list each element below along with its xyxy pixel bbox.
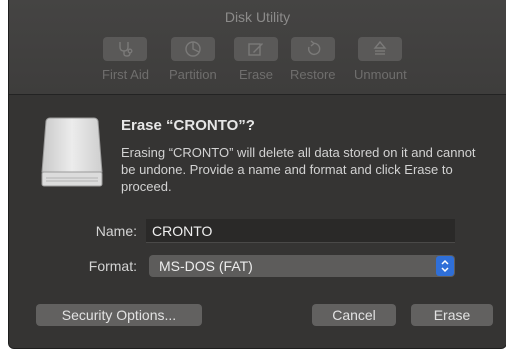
format-select-value: MS-DOS (FAT) xyxy=(159,258,253,274)
security-options-button[interactable]: Security Options... xyxy=(36,304,202,326)
partition-button[interactable] xyxy=(170,37,215,61)
toolbar-label-unmount: Unmount xyxy=(354,67,407,82)
external-drive-icon xyxy=(41,117,103,187)
pie-chart-icon xyxy=(185,41,201,57)
format-label: Format: xyxy=(88,258,137,274)
toolbar-label-restore: Restore xyxy=(290,67,336,82)
name-label: Name: xyxy=(95,223,137,239)
stethoscope-icon xyxy=(119,42,133,57)
format-select[interactable]: MS-DOS (FAT) xyxy=(149,255,455,277)
first-aid-button[interactable] xyxy=(103,37,148,61)
eject-icon xyxy=(373,40,387,55)
dialog-message: Erasing “CRONTO” will delete all data st… xyxy=(121,145,476,194)
toolbar-erase[interactable]: Erase xyxy=(234,37,278,82)
toolbar-label-erase: Erase xyxy=(239,67,273,82)
toolbar-label-first-aid: First Aid xyxy=(102,67,149,82)
cancel-button[interactable]: Cancel xyxy=(312,304,396,326)
name-field[interactable] xyxy=(146,219,455,243)
unmount-button[interactable] xyxy=(358,37,403,61)
title-bar: Disk Utility First Aid Partition Erase R… xyxy=(9,0,506,95)
disk-utility-window: Disk Utility First Aid Partition Erase R… xyxy=(8,0,506,349)
restore-button[interactable] xyxy=(290,37,335,61)
erase-dialog: Erase “CRONTO”? Erasing “CRONTO” will de… xyxy=(9,95,506,348)
erase-button[interactable]: Erase xyxy=(411,304,493,326)
dialog-heading: Erase “CRONTO”? xyxy=(121,117,255,134)
eraser-icon xyxy=(248,43,263,56)
toolbar-partition[interactable]: Partition xyxy=(169,37,217,82)
toolbar-restore[interactable]: Restore xyxy=(290,37,336,82)
window-title: Disk Utility xyxy=(224,9,291,25)
erase-toolbar-button[interactable] xyxy=(234,37,278,61)
toolbar-first-aid[interactable]: First Aid xyxy=(102,37,149,82)
restore-arrow-icon xyxy=(307,40,321,56)
select-arrows-icon xyxy=(436,256,454,276)
toolbar-label-partition: Partition xyxy=(169,67,217,82)
toolbar-unmount[interactable]: Unmount xyxy=(354,37,407,82)
